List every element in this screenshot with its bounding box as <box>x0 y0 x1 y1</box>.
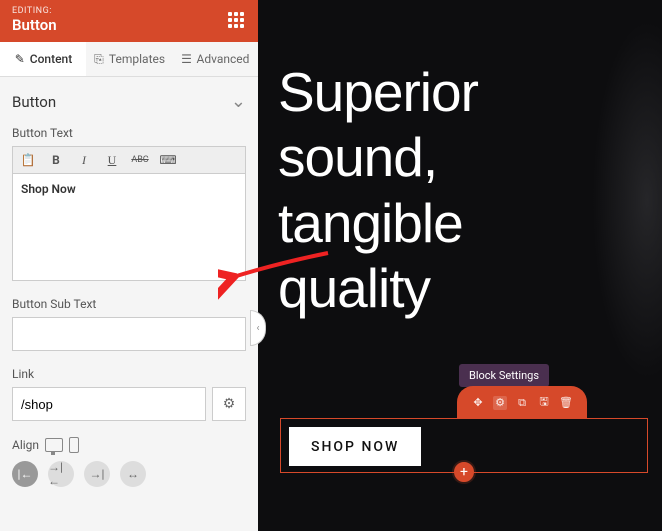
field-button-sub-text: Button Sub Text <box>12 297 246 351</box>
gear-icon: ⚙ <box>223 396 236 412</box>
hero-line-4: quality <box>278 256 478 321</box>
mobile-icon[interactable] <box>69 437 79 453</box>
tab-advanced-label: Advanced <box>197 52 250 66</box>
settings-tabs: ✎ Content ⎘ Templates ☰ Advanced <box>0 42 258 77</box>
product-image <box>592 20 662 380</box>
strikethrough-button[interactable]: ABC <box>131 151 149 169</box>
sliders-icon: ☰ <box>181 53 193 65</box>
richtext-toolbar: 📋 B I U ABC ⌨ <box>12 146 246 173</box>
apps-grid-icon[interactable] <box>226 10 246 30</box>
chevron-down-icon: ⌄ <box>231 91 246 112</box>
block-settings-tooltip: Block Settings <box>459 364 549 387</box>
button-text-input[interactable]: Shop Now <box>12 173 246 281</box>
move-icon[interactable]: ✥ <box>471 396 485 410</box>
field-link: Link ⚙ <box>12 367 246 421</box>
hero-line-2: sound, <box>278 125 478 190</box>
delete-icon[interactable]: 🗑 <box>559 396 573 410</box>
link-input[interactable] <box>12 387 206 421</box>
section-button[interactable]: Button ⌄ <box>12 91 246 112</box>
pencil-icon: ✎ <box>14 53 26 65</box>
settings-panel: Button ⌄ Button Text 📋 B I U ABC ⌨ Shop … <box>0 77 258 531</box>
block-toolbar: ✥ ⚙ ⧉ 🖫 🗑 <box>457 386 587 419</box>
editor-sidebar: EDITING: Button ✎ Content ⎘ Templates ☰ … <box>0 0 258 531</box>
hero-heading[interactable]: Superior sound, tangible quality <box>278 60 478 322</box>
desktop-icon[interactable] <box>45 438 63 452</box>
shop-now-button[interactable]: SHOP NOW <box>289 427 421 466</box>
sidebar-header: EDITING: Button <box>0 0 258 42</box>
button-subtext-input[interactable] <box>12 317 246 351</box>
paste-icon[interactable]: 📋 <box>19 151 37 169</box>
duplicate-icon[interactable]: ⧉ <box>515 396 529 410</box>
hero-line-1: Superior <box>278 60 478 125</box>
editing-label: EDITING: <box>12 6 57 16</box>
bold-button[interactable]: B <box>47 151 65 169</box>
add-block-button[interactable]: + <box>454 462 474 482</box>
block-settings-icon[interactable]: ⚙ <box>493 396 507 410</box>
template-icon: ⎘ <box>93 53 105 65</box>
canvas-preview[interactable]: Superior sound, tangible quality Block S… <box>258 0 662 531</box>
italic-button[interactable]: I <box>75 151 93 169</box>
hero-line-3: tangible <box>278 191 478 256</box>
save-template-icon[interactable]: 🖫 <box>537 396 551 410</box>
link-label: Link <box>12 367 246 381</box>
button-text-label: Button Text <box>12 126 246 140</box>
selected-block-outline[interactable]: Block Settings ✥ ⚙ ⧉ 🖫 🗑 SHOP NOW + <box>280 418 648 473</box>
field-align: Align |← →|← →| ↔ <box>12 437 246 487</box>
tab-templates-label: Templates <box>109 52 165 66</box>
tab-content-label: Content <box>30 52 72 66</box>
section-title: Button <box>12 93 56 111</box>
button-subtext-label: Button Sub Text <box>12 297 246 311</box>
field-button-text: Button Text 📋 B I U ABC ⌨ Shop Now <box>12 126 246 281</box>
underline-button[interactable]: U <box>103 151 121 169</box>
element-name: Button <box>12 16 57 34</box>
link-settings-button[interactable]: ⚙ <box>212 387 246 421</box>
keyboard-icon[interactable]: ⌨ <box>159 151 177 169</box>
tab-content[interactable]: ✎ Content <box>0 42 86 76</box>
tab-templates[interactable]: ⎘ Templates <box>86 42 172 76</box>
align-right-button[interactable]: →| <box>84 461 110 487</box>
align-label: Align <box>12 438 39 452</box>
align-center-button[interactable]: →|← <box>48 461 74 487</box>
tab-advanced[interactable]: ☰ Advanced <box>172 42 258 76</box>
align-justify-button[interactable]: ↔ <box>120 461 146 487</box>
align-left-button[interactable]: |← <box>12 461 38 487</box>
